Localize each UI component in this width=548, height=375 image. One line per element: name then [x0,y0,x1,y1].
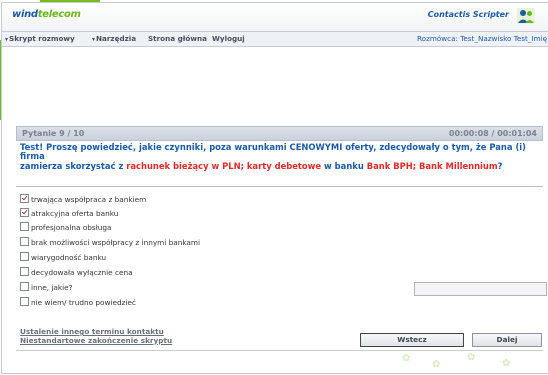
checkbox[interactable] [20,252,29,261]
question-text: Test! Proszę powiedzieć, jakie czynniki,… [20,142,540,171]
question-panel-header: Pytanie 9 / 10 00:00:08 / 00:01:04 [16,126,543,141]
dropdown-arrow-icon: ▾ [5,36,9,43]
divider [16,186,543,187]
option-row[interactable]: atrakcyjna oferta banku [20,208,118,220]
product-list: rachunek bieżący w PLN; karty debetowe [126,160,322,171]
question-counter: Pytanie 9 / 10 [22,129,85,138]
back-button[interactable]: Wstecz [360,333,464,347]
checkbox[interactable] [20,282,29,291]
question-line-2: zamierza skorzystać z rachunek bieżący w… [20,160,503,171]
bank-list: Bank BPH; Bank Millennium [366,160,498,171]
windtelecom-logo: windtelecom [12,9,81,20]
dropdown-arrow-icon: ▾ [92,36,96,43]
footer-divider [16,350,543,351]
contactis-scripter-brand: Contactis Scripter [427,10,509,19]
checkbox[interactable] [20,222,29,231]
menu-wyloguj[interactable]: Wyloguj [212,34,245,43]
option-row[interactable]: decydowała wyłącznie cena [20,267,133,279]
footer-links: Ustalenie innego terminu kontaktu Niesta… [20,327,172,346]
decorative-flower-icon: ✿ [402,353,411,364]
next-button[interactable]: Dalej [472,333,542,347]
decorative-flower-icon: ✿ [467,352,476,363]
option-row[interactable]: brak możliwości współpracy z innymi bank… [20,237,200,249]
nonstandard-end-link[interactable]: Niestandartowe zakończenie skryptu [20,336,172,346]
option-row[interactable]: wiarygodność banku [20,252,106,264]
option-row[interactable]: nie wiem/ trudno powiedzieć [20,297,136,309]
checkbox[interactable] [20,297,29,306]
checkbox[interactable] [20,194,29,203]
decorative-flower-icon: ✿ [432,359,441,370]
timer: 00:00:08 / 00:01:04 [448,129,537,138]
menu-strona-glowna[interactable]: Strona główna [148,34,207,43]
menu-narzedzia[interactable]: ▾Narzędzia [92,34,136,43]
option-row[interactable]: inne, jakie? [20,282,73,294]
checkbox[interactable] [20,267,29,276]
operator-info: Rozmówca: Test_Nazwisko Test_Imię [417,34,547,43]
option-row[interactable]: profesjonalna obsługa [20,222,112,234]
people-icon [517,8,535,24]
option-row[interactable]: trwająca współpraca z bankiem [20,194,146,206]
menu-bar: ▾Skrypt rozmowy ▾Narzędzia Strona główna… [2,31,548,47]
other-answer-input[interactable] [414,282,547,296]
top-bar: windtelecom Contactis Scripter [2,3,548,31]
checkbox[interactable] [20,208,29,217]
application-window: windtelecom Contactis Scripter ▾Skrypt r… [1,2,548,374]
question-line-1: Test! Proszę powiedzieć, jakie czynniki,… [20,142,526,162]
checkbox[interactable] [20,237,29,246]
decorative-flower-icon: ✿ [502,358,511,369]
menu-skrypt-rozmowy[interactable]: ▾Skrypt rozmowy [5,34,75,43]
